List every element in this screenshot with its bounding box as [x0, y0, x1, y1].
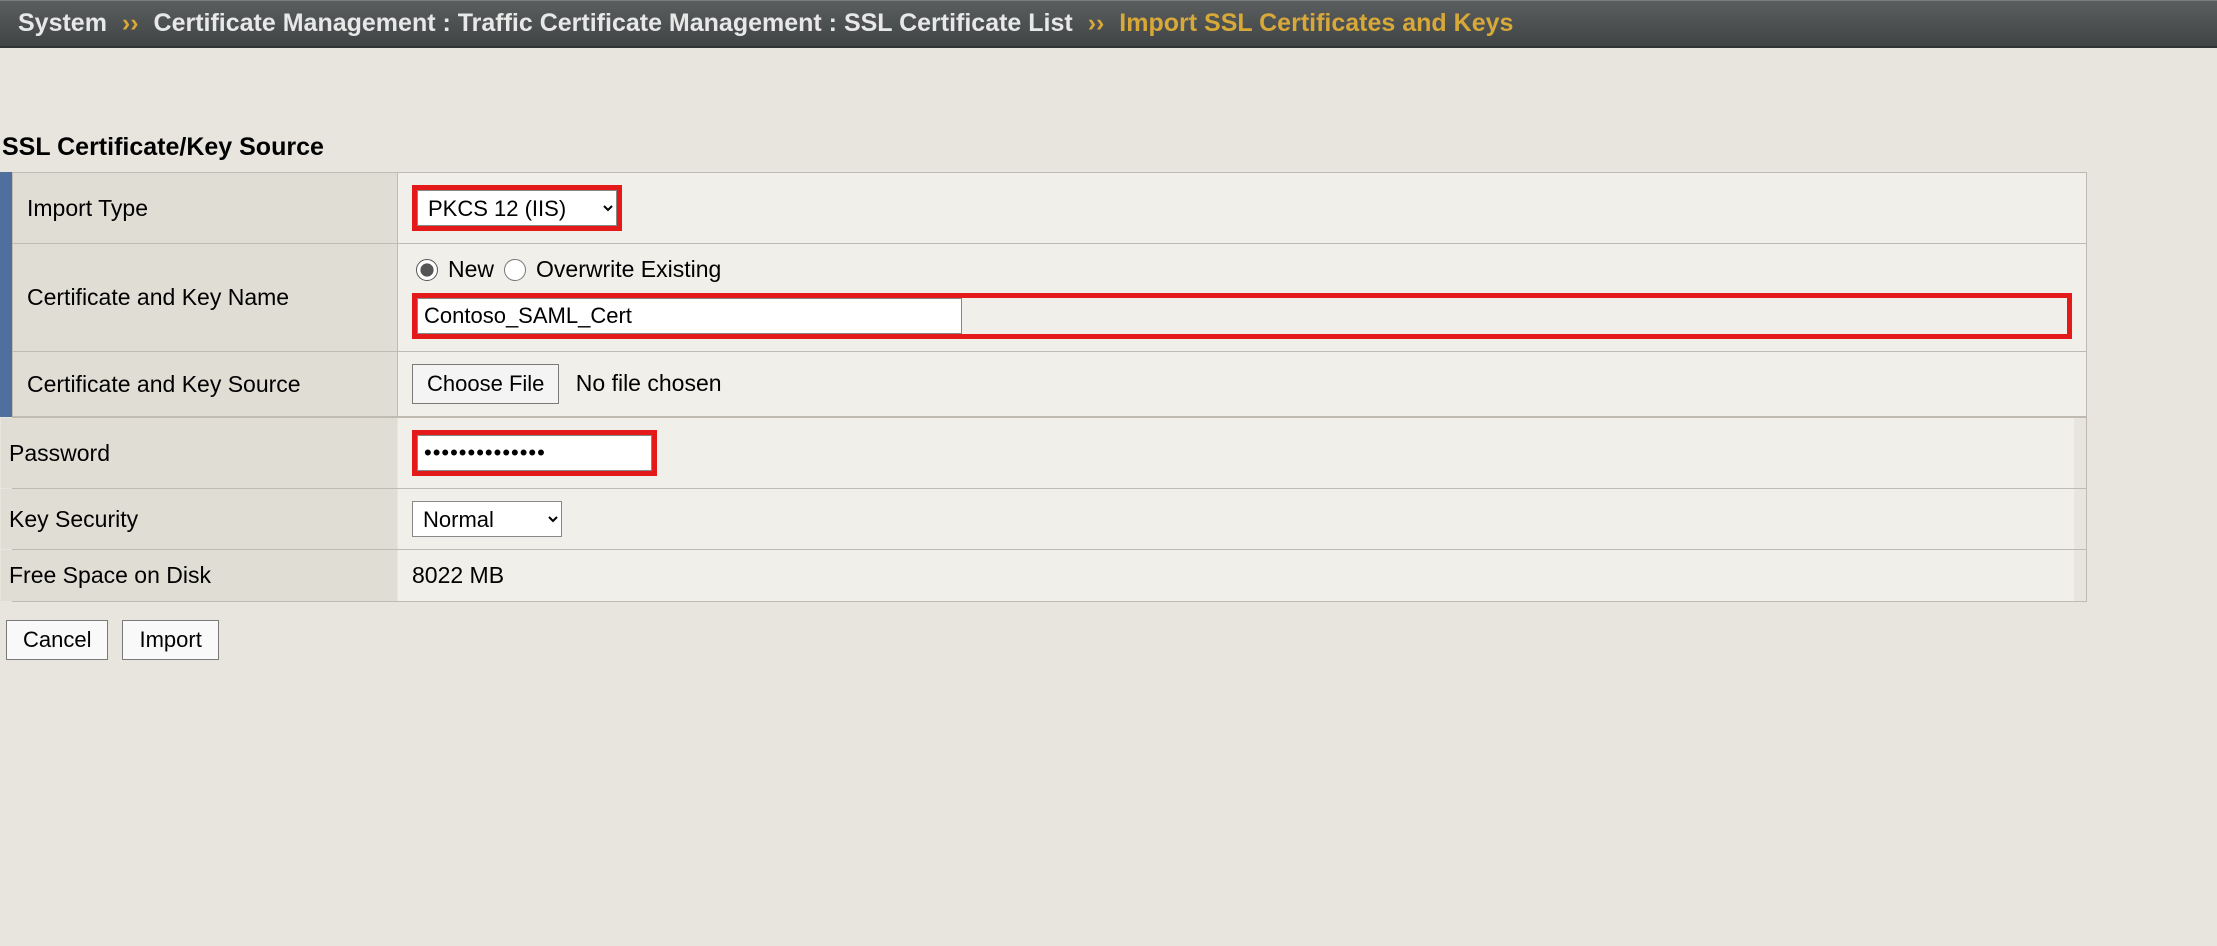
form-table-lower: Password Key Security Normal Free Space … [12, 417, 2087, 602]
section-title: SSL Certificate/Key Source [0, 133, 2217, 172]
breadcrumb-current: Import SSL Certificates and Keys [1119, 9, 1513, 37]
no-file-text: No file chosen [576, 370, 722, 396]
cert-name-input[interactable] [417, 298, 962, 334]
breadcrumb-root[interactable]: System [18, 9, 107, 37]
breadcrumb-separator: ›› [1088, 9, 1105, 37]
key-security-select[interactable]: Normal [412, 501, 562, 537]
breadcrumb: System ›› Certificate Management : Traff… [0, 0, 2217, 48]
highlight-import-type: PKCS 12 (IIS) [412, 185, 622, 231]
label-password: Password [1, 418, 398, 489]
label-free-space: Free Space on Disk [1, 550, 398, 602]
highlight-password [412, 430, 657, 476]
label-cert-key-source: Certificate and Key Source [13, 352, 398, 417]
highlight-cert-name [412, 293, 2072, 339]
import-button[interactable]: Import [122, 620, 218, 660]
radio-overwrite[interactable] [504, 259, 526, 281]
free-space-value: 8022 MB [398, 550, 2075, 602]
breadcrumb-separator: ›› [122, 9, 139, 37]
radio-overwrite-label: Overwrite Existing [536, 256, 721, 283]
label-key-security: Key Security [1, 489, 398, 550]
label-import-type: Import Type [13, 173, 398, 244]
cancel-button[interactable]: Cancel [6, 620, 108, 660]
radio-new-label: New [448, 256, 494, 283]
breadcrumb-path[interactable]: Certificate Management : Traffic Certifi… [154, 9, 1073, 37]
form-accent-strip [0, 172, 12, 417]
label-cert-key-name: Certificate and Key Name [13, 244, 398, 352]
radio-new[interactable] [416, 259, 438, 281]
password-input[interactable] [417, 435, 652, 471]
import-type-select[interactable]: PKCS 12 (IIS) [417, 190, 617, 226]
choose-file-button[interactable]: Choose File [412, 364, 559, 404]
form-table: Import Type PKCS 12 (IIS) Certificate an… [12, 172, 2087, 417]
